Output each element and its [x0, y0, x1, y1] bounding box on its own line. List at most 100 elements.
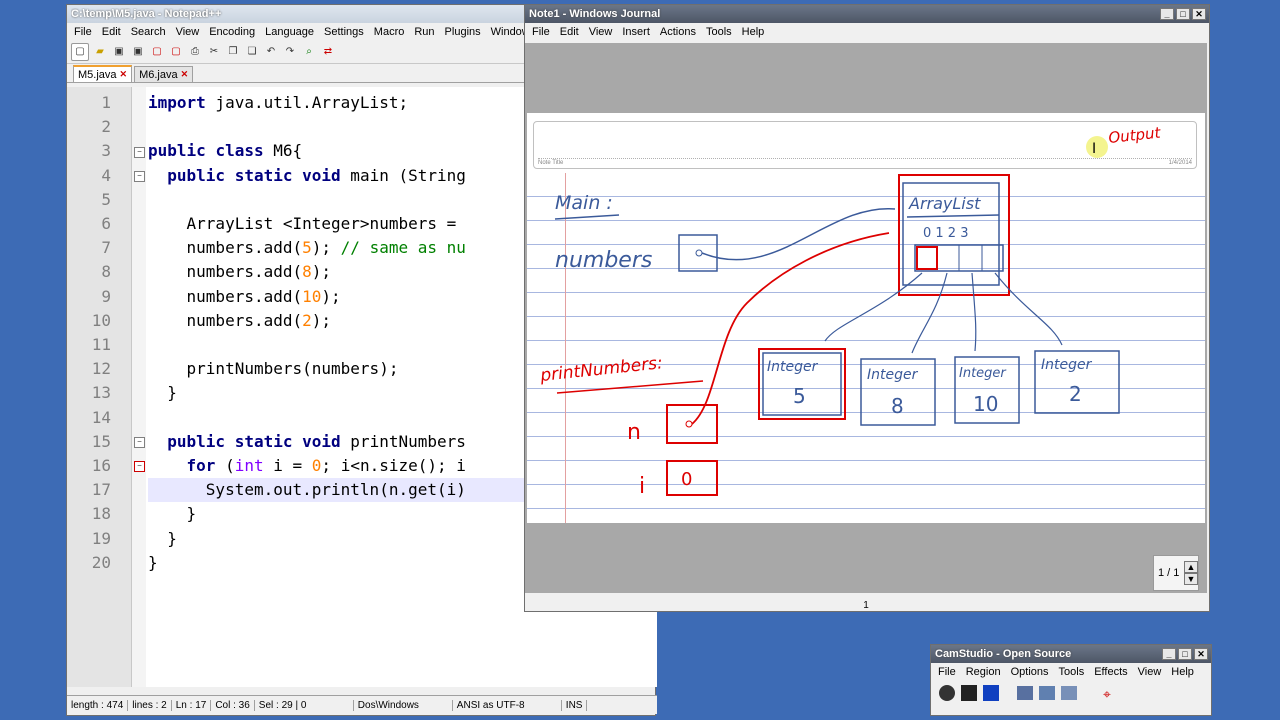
page-up-button[interactable]: ▲ — [1184, 561, 1198, 573]
video-options-icon[interactable] — [1039, 686, 1055, 700]
fold-toggle-icon[interactable]: − — [134, 437, 145, 448]
journal-menu-insert[interactable]: Insert — [617, 26, 655, 38]
copy-icon[interactable]: ❐ — [225, 44, 241, 60]
region-icon[interactable]: ⌖ — [1103, 686, 1119, 702]
cut-icon[interactable]: ✂ — [206, 44, 222, 60]
page-navigator[interactable]: 1 / 1 ▲ ▼ — [1153, 555, 1199, 591]
save-icon[interactable]: ▣ — [111, 44, 127, 60]
code-line[interactable]: numbers.add(5); // same as nu — [148, 236, 466, 260]
stop-icon[interactable] — [983, 685, 999, 701]
status-eol: Dos\Windows — [354, 699, 453, 711]
tab-m6-java[interactable]: M6.java ✕ — [134, 66, 194, 82]
print-icon[interactable]: ⎙ — [187, 44, 203, 60]
line-number: 3 — [101, 141, 111, 161]
fold-toggle-icon[interactable]: − — [134, 147, 145, 158]
close-file-icon[interactable]: ▢ — [149, 44, 165, 60]
code-line[interactable]: numbers.add(8); — [148, 260, 332, 284]
notepad-menu-run[interactable]: Run — [409, 26, 439, 38]
tab-m5-java[interactable]: M5.java ✕ — [73, 65, 133, 82]
code-line[interactable]: numbers.add(2); — [148, 309, 332, 333]
line-number: 12 — [91, 359, 111, 379]
ink-integer-2-label: Integer — [867, 367, 919, 383]
page-down-button[interactable]: ▼ — [1184, 573, 1198, 585]
paste-icon[interactable]: ❏ — [244, 44, 260, 60]
code-line[interactable]: } — [148, 502, 197, 526]
code-line[interactable]: import java.util.ArrayList; — [148, 91, 408, 115]
undo-icon[interactable]: ↶ — [263, 44, 279, 60]
record-icon[interactable] — [939, 685, 955, 701]
open-file-icon[interactable]: ▰ — [92, 44, 108, 60]
tab-label: M6.java — [139, 68, 178, 81]
fold-toggle-icon[interactable]: − — [134, 461, 145, 472]
close-button[interactable]: ✕ — [1192, 8, 1206, 20]
notepad-menu-language[interactable]: Language — [260, 26, 319, 38]
line-number: 14 — [91, 407, 111, 427]
notepad-menu-encoding[interactable]: Encoding — [204, 26, 260, 38]
save-all-icon[interactable]: ▣ — [130, 44, 146, 60]
notepad-menu-view[interactable]: View — [171, 26, 205, 38]
code-line[interactable]: public static void main (String — [148, 164, 466, 188]
camstudio-menu-help[interactable]: Help — [1166, 666, 1199, 678]
minimize-button[interactable]: _ — [1160, 8, 1174, 20]
redo-icon[interactable]: ↷ — [282, 44, 298, 60]
code-line[interactable]: printNumbers(numbers); — [148, 357, 399, 381]
replace-icon[interactable]: ⇄ — [320, 44, 336, 60]
journal-menu-help[interactable]: Help — [737, 26, 770, 38]
notepad-menu-plugins[interactable]: Plugins — [440, 26, 486, 38]
notepad-menu-macro[interactable]: Macro — [369, 26, 410, 38]
code-line[interactable]: numbers.add(10); — [148, 285, 341, 309]
status-sel: Sel : 29 | 0 — [255, 699, 354, 711]
close-button[interactable]: ✕ — [1194, 648, 1208, 660]
pause-icon[interactable] — [961, 685, 977, 701]
notepad-menu-file[interactable]: File — [69, 26, 97, 38]
close-tab-icon[interactable]: ✕ — [181, 69, 189, 80]
code-line[interactable]: } — [148, 527, 177, 551]
code-line[interactable]: } — [148, 381, 177, 405]
journal-menubar: File Edit View Insert Actions Tools Help — [525, 23, 1209, 41]
journal-menu-tools[interactable]: Tools — [701, 26, 737, 38]
maximize-button[interactable]: □ — [1178, 648, 1192, 660]
notepad-menu-edit[interactable]: Edit — [97, 26, 126, 38]
camstudio-menu-effects[interactable]: Effects — [1089, 666, 1132, 678]
ink-output: Output — [1108, 124, 1163, 147]
annotation-icon[interactable] — [1017, 686, 1033, 700]
journal-menu-file[interactable]: File — [527, 26, 555, 38]
camstudio-menu-view[interactable]: View — [1133, 666, 1167, 678]
camstudio-menu-file[interactable]: File — [933, 666, 961, 678]
notepad-menu-settings[interactable]: Settings — [319, 26, 369, 38]
close-all-icon[interactable]: ▢ — [168, 44, 184, 60]
journal-window: Note1 - Windows Journal _ □ ✕ File Edit Vi… — [524, 4, 1210, 612]
journal-titlebar[interactable]: Note1 - Windows Journal _ □ ✕ — [525, 5, 1209, 23]
journal-page[interactable]: Note Title 1/4/2014 Output Main : number… — [527, 113, 1205, 523]
code-line[interactable]: public class M6{ — [148, 139, 302, 163]
new-file-icon[interactable]: ▢ — [71, 43, 89, 61]
journal-menu-view[interactable]: View — [584, 26, 618, 38]
page-indicator: 1 / 1 — [1158, 567, 1180, 579]
fold-toggle-icon[interactable]: − — [134, 171, 145, 182]
line-number: 15 — [91, 431, 111, 451]
journal-menu-actions[interactable]: Actions — [655, 26, 701, 38]
status-encoding: ANSI as UTF-8 — [453, 699, 562, 711]
swf-icon[interactable] — [1061, 686, 1077, 700]
maximize-button[interactable]: □ — [1176, 8, 1190, 20]
notepad-menu-search[interactable]: Search — [126, 26, 171, 38]
line-number: 18 — [91, 504, 111, 524]
ink-numbers: numbers — [555, 248, 652, 273]
code-line[interactable]: public static void printNumbers — [148, 430, 466, 454]
journal-menu-edit[interactable]: Edit — [555, 26, 584, 38]
code-line[interactable]: } — [148, 551, 158, 575]
line-number: 6 — [101, 214, 111, 233]
camstudio-menu-region[interactable]: Region — [961, 666, 1006, 678]
camstudio-menu-tools[interactable]: Tools — [1054, 666, 1090, 678]
camstudio-menubar: File Region Options Tools Effects View Help — [931, 663, 1211, 681]
code-line[interactable]: ArrayList <Integer>numbers = — [148, 212, 457, 236]
minimize-button[interactable]: _ — [1162, 648, 1176, 660]
journal-canvas[interactable]: Note Title 1/4/2014 Output Main : number… — [525, 43, 1207, 593]
camstudio-menu-options[interactable]: Options — [1006, 666, 1054, 678]
status-ln: Ln : 17 — [172, 699, 212, 711]
code-line[interactable]: for (int i = 0; i<n.size(); i — [148, 454, 466, 478]
camstudio-titlebar[interactable]: CamStudio - Open Source _ □ ✕ — [931, 645, 1211, 663]
find-icon[interactable]: ⌕ — [301, 44, 317, 60]
close-tab-icon[interactable]: ✕ — [120, 69, 128, 80]
journal-title: Note1 - Windows Journal — [529, 8, 661, 20]
